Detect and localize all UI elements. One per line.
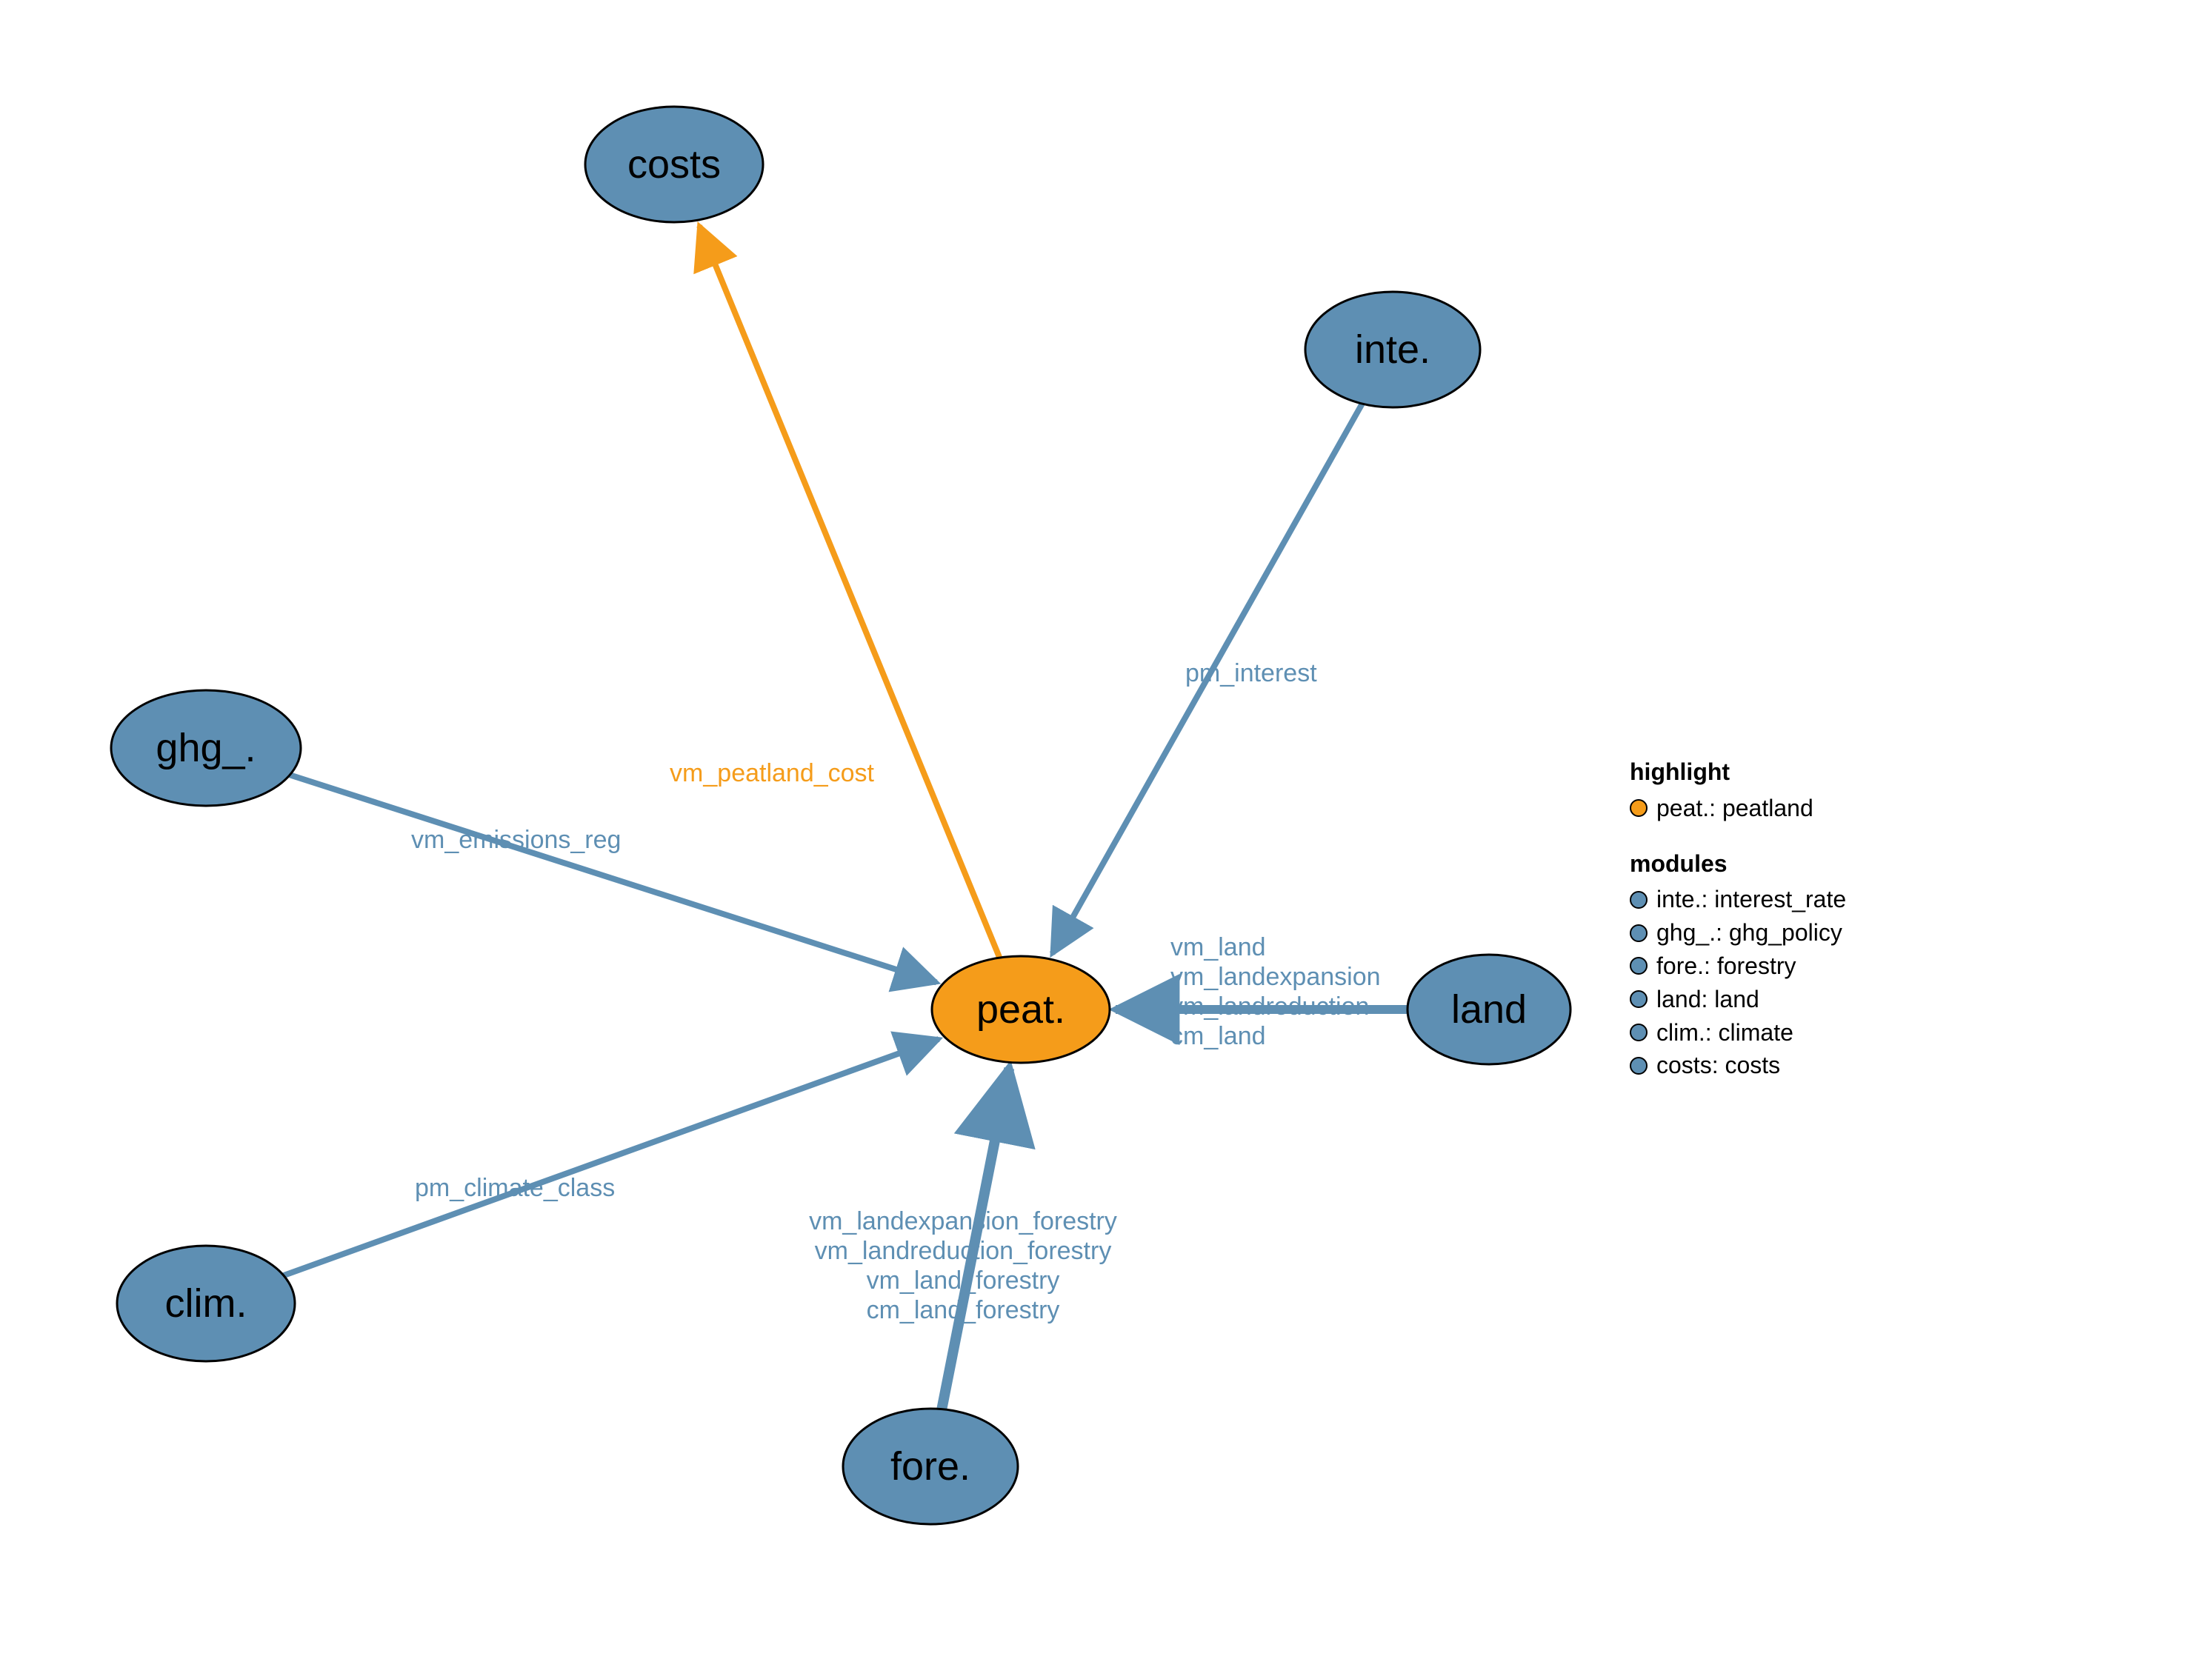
legend-item: clim.: climate xyxy=(1630,1016,1846,1049)
legend-dot-icon xyxy=(1630,1024,1648,1041)
legend-modules: modules inte.: interest_rate ghg_.: ghg_… xyxy=(1630,847,1846,1083)
edge-label: cm_land xyxy=(1170,1022,1266,1050)
legend: highlight peat.: peatland modules inte.:… xyxy=(1630,755,1846,1104)
legend-item: land: land xyxy=(1630,983,1846,1016)
legend-item: ghg_.: ghg_policy xyxy=(1630,916,1846,949)
edge-ghg-peat xyxy=(290,775,936,982)
legend-item-label: land: land xyxy=(1656,983,1759,1016)
legend-item-label: fore.: forestry xyxy=(1656,949,1796,983)
legend-item: inte.: interest_rate xyxy=(1630,883,1846,916)
legend-highlight-title: highlight xyxy=(1630,755,1846,789)
legend-dot-icon xyxy=(1630,990,1648,1008)
legend-modules-title: modules xyxy=(1630,847,1846,881)
edge-label: vm_land_forestry xyxy=(867,1266,1060,1295)
legend-item: costs: costs xyxy=(1630,1049,1846,1082)
edge-label: vm_landexpansion_forestry xyxy=(809,1207,1117,1235)
module-dependency-diagram: costs inte. ghg_. peat. land clim. fore. vm_pe… xyxy=(0,0,2212,1659)
node-label: land xyxy=(1451,987,1527,1032)
node-label: peat. xyxy=(976,987,1065,1032)
diagram-svg: costs inte. ghg_. peat. land clim. fore. vm_pe… xyxy=(0,0,2212,1659)
legend-item-label: inte.: interest_rate xyxy=(1656,883,1846,916)
legend-item-label: ghg_.: ghg_policy xyxy=(1656,916,1842,949)
legend-item-label: clim.: climate xyxy=(1656,1016,1793,1049)
legend-item-label: peat.: peatland xyxy=(1656,792,1813,825)
legend-dot-icon xyxy=(1630,957,1648,975)
legend-item: peat.: peatland xyxy=(1630,792,1846,825)
edge-label: pm_interest xyxy=(1185,659,1317,687)
legend-dot-icon xyxy=(1630,1057,1648,1075)
node-costs: costs xyxy=(585,107,763,222)
legend-item: fore.: forestry xyxy=(1630,949,1846,983)
edge-label: vm_landexpansion xyxy=(1170,963,1381,991)
node-ghg: ghg_. xyxy=(111,690,301,806)
node-fore: fore. xyxy=(843,1409,1018,1524)
edge-label: cm_land_forestry xyxy=(867,1296,1060,1324)
node-label: costs xyxy=(627,142,721,187)
edge-peat-costs xyxy=(699,226,999,958)
legend-item-label: costs: costs xyxy=(1656,1049,1780,1082)
edge-label: vm_peatland_cost xyxy=(670,759,875,787)
legend-dot-icon xyxy=(1630,799,1648,817)
node-peat: peat. xyxy=(932,956,1110,1063)
node-inte: inte. xyxy=(1305,292,1480,407)
node-label: clim. xyxy=(165,1281,247,1326)
node-label: inte. xyxy=(1355,327,1430,372)
legend-dot-icon xyxy=(1630,924,1648,942)
edge-label: vm_land xyxy=(1170,933,1266,961)
node-label: fore. xyxy=(890,1444,970,1489)
legend-dot-icon xyxy=(1630,891,1648,909)
edge-label: vm_emissions_reg xyxy=(411,826,621,854)
edge-label: vm_landreduction_forestry xyxy=(815,1237,1112,1265)
edge-label: vm_landreduction xyxy=(1170,992,1369,1021)
node-clim: clim. xyxy=(117,1246,295,1361)
node-land: land xyxy=(1408,955,1570,1064)
edge-label: pm_climate_class xyxy=(415,1174,615,1202)
legend-highlight: highlight peat.: peatland xyxy=(1630,755,1846,825)
node-label: ghg_. xyxy=(156,726,256,770)
